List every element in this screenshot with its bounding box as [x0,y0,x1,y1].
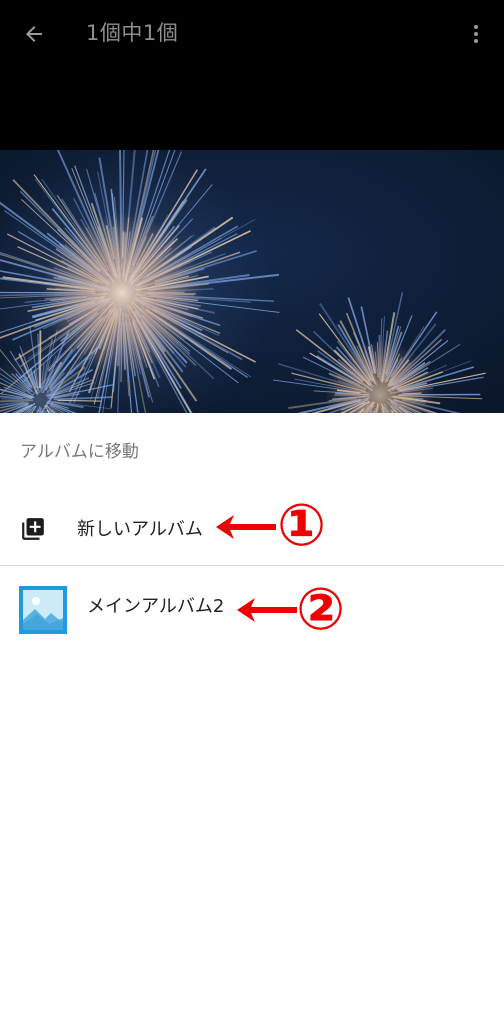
annotation-number-2: ② [296,575,346,643]
app-bar: 1個中1個 [0,0,504,150]
annotation-arrow-1 [216,515,276,539]
annotation-arrow-2 [237,598,297,622]
screen: 1個中1個 アルバムに移動 新しいアルバム メインアルバム2 ① ② [0,0,504,1024]
image-placeholder-icon [23,597,63,630]
main-album-2-label: メインアルバム2 [87,596,225,617]
annotation-number-1: ① [277,491,327,559]
photo-preview [0,150,504,413]
add-to-photos-icon [22,518,44,540]
arrow-left-icon [26,26,42,42]
page-title: 1個中1個 [86,21,179,45]
fireworks-image [0,150,504,413]
more-vert-icon [474,25,478,43]
back-button[interactable] [14,14,54,54]
new-album-label: 新しいアルバム [77,519,203,540]
album-thumbnail-icon [19,586,67,634]
sheet-title: アルバムに移動 [20,442,139,462]
overflow-menu-button[interactable] [460,14,492,54]
divider [0,565,504,566]
move-to-album-sheet: アルバムに移動 新しいアルバム メインアルバム2 [0,413,504,1024]
